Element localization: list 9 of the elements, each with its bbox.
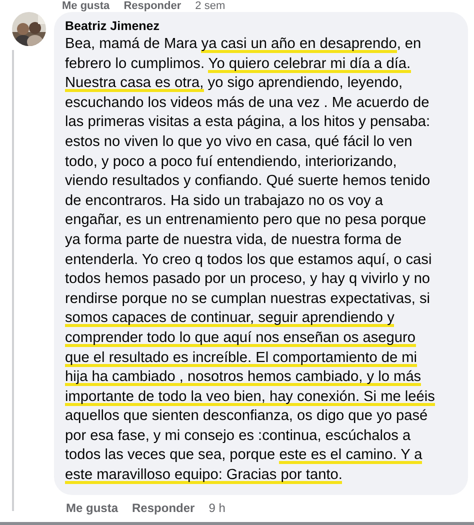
like-link[interactable]: Me gusta	[66, 500, 118, 515]
like-link[interactable]: Me gusta	[62, 0, 110, 12]
reply-link[interactable]: Responder	[132, 500, 195, 515]
avatar[interactable]	[12, 12, 46, 46]
reply-link[interactable]: Responder	[124, 0, 182, 12]
timestamp: 2 sem	[195, 0, 226, 12]
comment-text: Bea, mamá de Mara ya casi un año en desaprendo, en febrero lo cumplimos. Yo quiero celebrar mi día a día. Nuestra casa es otra, yo sigo aprendiendo, leyendo, escuchando los videos más de una vez . Me acuerdo de las primeras visitas a esta página, a los hitos y pensaba: estos no viven lo que yo vivo en casa, qué fácil lo ven todo, y poco a poco fuí entendiendo, interiorizando, viendo resultados y confiando. Qué suerte hemos tenido de encontraros. Ha sido un trabajazo no os voy a engañar, es un entrenamiento pero que no pesa porque ya forma parte de nuestra vida, de nuestra forma de entenderla. Yo creo q todos los que estamos aquí, o casi todos hemos pasado por un proceso, y hay q vivirlo y no rendirse porque no se cumplan nuestras expectativas, si somos capaces de continuar, seguir aprendiendo y comprender todo lo que aquí nos enseñan os aseguro que el resultado es increíble. El comportamiento de mi hija ha cambiado , nosotros hemos cambiado, y lo más importante de todo la veo bien, hay conexión. Si me leéis aquellos que sienten desconfianza, os digo que yo pasé por esa fase, y mi consejo es :continua, escúchalos a todos las veces que sea, porque este es el camino. Y a este maravilloso equipo: Gracias por tanto.	[65, 35, 436, 486]
author-name[interactable]: Beatriz Jimenez	[65, 19, 458, 33]
timestamp: 9 h	[208, 500, 226, 515]
